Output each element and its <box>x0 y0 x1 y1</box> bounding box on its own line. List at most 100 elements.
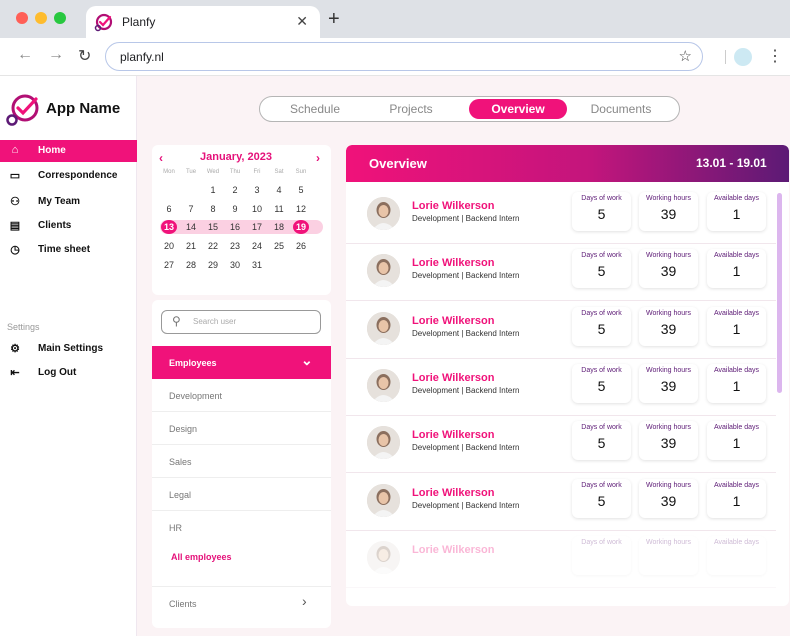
employee-name[interactable]: Lorie Wilkerson <box>412 315 494 327</box>
calendar-day[interactable]: 24 <box>247 239 267 253</box>
calendar-day[interactable]: 15 <box>203 220 223 234</box>
department-item-design[interactable]: Design <box>152 412 331 445</box>
tab-overview[interactable]: Overview <box>469 99 567 119</box>
department-item-legal[interactable]: Legal <box>152 478 331 511</box>
stat-label: Available days <box>713 252 759 260</box>
employee-row[interactable]: Lorie Wilkerson Development | Backend Int… <box>346 416 776 474</box>
stat-label: Available days <box>713 538 759 546</box>
employee-avatar <box>367 311 400 345</box>
employees-group-header[interactable]: Employees ⌄ <box>152 346 331 379</box>
stat-value: 39 <box>660 263 677 280</box>
calendar-day[interactable]: 18 <box>269 220 289 234</box>
browser-menu-icon[interactable]: ⋮ <box>767 46 783 66</box>
tab-documents[interactable]: Documents <box>576 99 666 119</box>
calendar-day[interactable]: 19 <box>293 220 309 234</box>
employee-row[interactable]: Lorie Wilkerson Development | Backend Int… <box>346 244 776 302</box>
sidebar-item-home[interactable]: ⌂ Home <box>0 140 137 162</box>
sidebar-item-time-sheet[interactable]: ◷ Time sheet <box>0 239 137 261</box>
back-arrow-icon[interactable]: ← <box>17 46 33 64</box>
search-input[interactable]: ⚲ Search user <box>161 310 321 334</box>
calendar-day[interactable]: 4 <box>269 183 289 197</box>
calendar-day[interactable]: 16 <box>225 220 245 234</box>
bookmark-star-icon[interactable]: ☆ <box>679 47 692 65</box>
calendar-day[interactable]: 9 <box>225 202 245 216</box>
close-window-dot[interactable] <box>16 12 28 24</box>
tab-schedule[interactable]: Schedule <box>270 99 360 119</box>
prev-month-icon[interactable]: ‹ <box>159 151 163 165</box>
next-month-icon[interactable]: › <box>316 151 320 165</box>
tab-projects[interactable]: Projects <box>366 99 456 119</box>
stat-label: Available days <box>713 424 759 432</box>
calendar-day[interactable]: 5 <box>291 183 311 197</box>
clock-icon: ◷ <box>10 244 20 256</box>
employee-row[interactable]: Lorie Wilkerson Development | Backend Int… <box>346 187 776 244</box>
stat-days: Days of work 5 <box>572 306 631 346</box>
employee-name[interactable]: Lorie Wilkerson <box>412 429 494 441</box>
employee-row[interactable]: Lorie Wilkerson Development | Backend Int… <box>346 302 776 359</box>
app-name: App Name <box>46 100 121 117</box>
browser-tab[interactable]: Planfy ✕ <box>86 6 320 38</box>
calendar-day[interactable]: 28 <box>181 258 201 272</box>
maximize-window-dot[interactable] <box>54 12 66 24</box>
department-item-hr[interactable]: HR <box>152 511 331 544</box>
forward-arrow-icon[interactable]: → <box>48 46 64 64</box>
employee-name[interactable]: Lorie Wilkerson <box>412 372 494 384</box>
all-employees-link[interactable]: All employees <box>171 552 232 562</box>
calendar-day[interactable]: 31 <box>247 258 267 272</box>
sidebar-item-clients[interactable]: ▤ Clients <box>0 215 137 237</box>
employee-name[interactable]: Lorie Wilkerson <box>412 544 494 556</box>
calendar-day[interactable]: 12 <box>291 202 311 216</box>
stat-label: Working hours <box>645 195 691 202</box>
stat-available: Available days 1 <box>707 192 766 231</box>
scrollbar-thumb[interactable] <box>777 193 782 393</box>
calendar-day[interactable]: 3 <box>247 183 267 197</box>
close-tab-icon[interactable]: ✕ <box>296 13 308 30</box>
calendar-day[interactable]: 2 <box>225 183 245 197</box>
department-item-development[interactable]: Development <box>152 379 331 412</box>
stat-value: 39 <box>660 206 677 222</box>
calendar-day[interactable]: 14 <box>181 220 201 234</box>
calendar-day[interactable]: 13 <box>161 220 177 234</box>
calendar-day[interactable]: 20 <box>159 239 179 253</box>
sidebar-item-my-team[interactable]: ⚇ My Team <box>0 191 137 213</box>
clients-row[interactable]: Clients › <box>152 586 331 619</box>
sidebar-item-correspondence[interactable]: ▭ Correspondence <box>0 165 137 187</box>
employee-name[interactable]: Lorie Wilkerson <box>412 257 494 269</box>
calendar-day[interactable]: 22 <box>203 239 223 253</box>
calendar-day[interactable]: 25 <box>269 239 289 253</box>
calendar-day[interactable]: 21 <box>181 239 201 253</box>
calendar-day[interactable]: 23 <box>225 239 245 253</box>
calendar-day[interactable]: 17 <box>247 220 267 234</box>
sidebar-item-main-settings[interactable]: ⚙ Main Settings <box>0 338 137 360</box>
calendar-day[interactable]: 10 <box>247 202 267 216</box>
minimize-window-dot[interactable] <box>35 12 47 24</box>
address-bar[interactable]: planfy.nl ☆ <box>105 42 703 71</box>
stat-hours: Working hours 39 <box>639 192 698 231</box>
employee-row[interactable]: Lorie Wilkerson Development | Backend Int… <box>346 359 776 416</box>
employee-name[interactable]: Lorie Wilkerson <box>412 200 494 212</box>
stat-value: 5 <box>597 206 606 222</box>
calendar-day[interactable]: 30 <box>225 258 245 272</box>
stat-value: 1 <box>732 206 741 222</box>
employee-row[interactable]: Lorie Wilkerson Development | Backend Int… <box>346 474 776 531</box>
calendar-day[interactable]: 7 <box>181 202 201 216</box>
new-tab-icon[interactable]: + <box>328 8 340 31</box>
calendar-day[interactable]: 6 <box>159 202 179 216</box>
reload-icon[interactable]: ↻ <box>78 46 91 66</box>
stat-label: Working hours <box>645 424 691 432</box>
calendar-day[interactable]: 11 <box>269 202 289 216</box>
sidebar-item-log-out[interactable]: ⇤ Log Out <box>0 362 137 384</box>
stat-label: Days of work <box>581 309 622 317</box>
view-tabs: Schedule Projects Overview Documents <box>259 96 680 122</box>
profile-avatar[interactable] <box>734 48 752 66</box>
calendar-day[interactable]: 27 <box>159 258 179 272</box>
department-item-sales[interactable]: Sales <box>152 445 331 478</box>
calendar-day[interactable]: 8 <box>203 202 223 216</box>
calendar-day[interactable]: 26 <box>291 239 311 253</box>
calendar-day[interactable]: 29 <box>203 258 223 272</box>
calendar-day[interactable]: 1 <box>203 183 223 197</box>
stat-days: Days of work <box>572 535 631 575</box>
employee-row[interactable]: Lorie Wilkerson Days of work Working hours… <box>346 531 776 588</box>
employee-name[interactable]: Lorie Wilkerson <box>412 487 494 499</box>
stat-label: Available days <box>713 481 759 489</box>
